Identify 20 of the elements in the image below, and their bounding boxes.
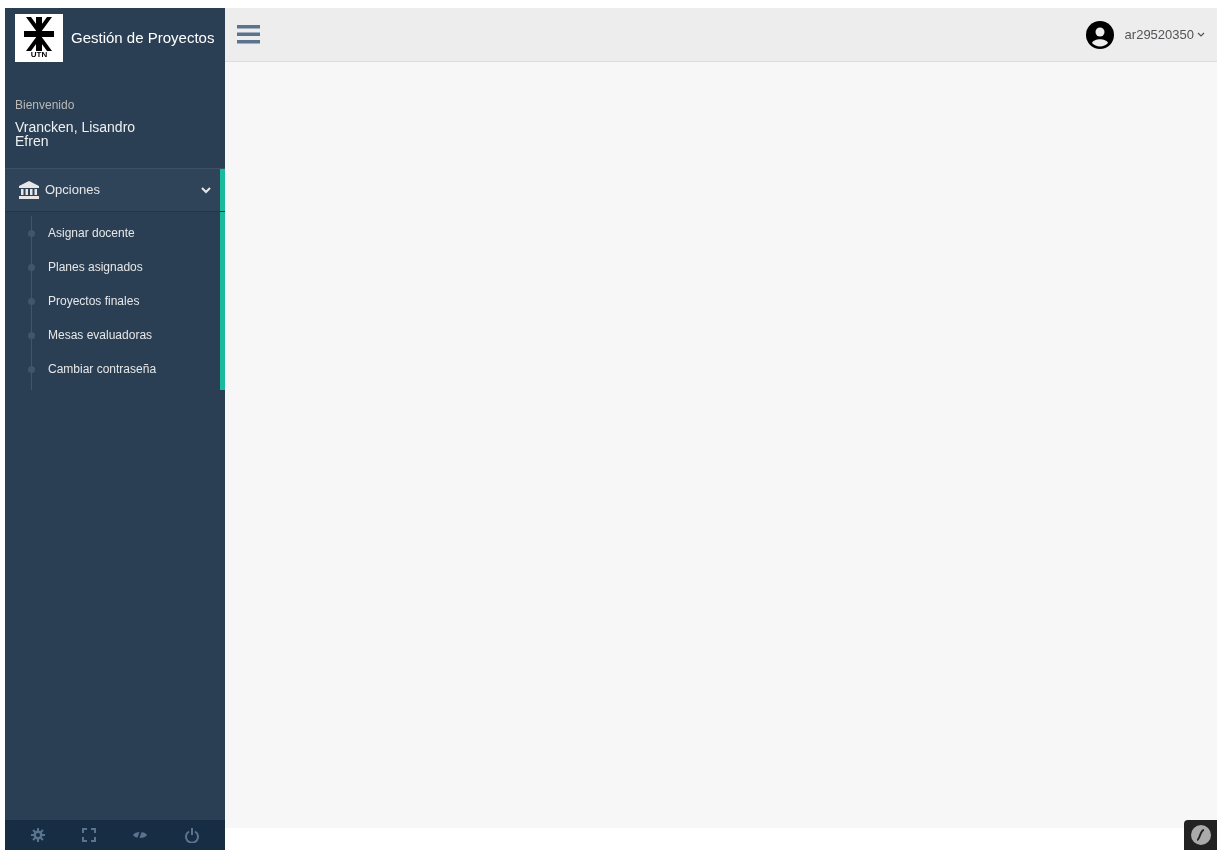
- menu-item[interactable]: Asignar docente: [48, 224, 135, 242]
- settings-icon[interactable]: [31, 828, 46, 842]
- chevron-icon: [201, 186, 211, 194]
- welcome-label: Bienvenido: [15, 97, 76, 114]
- user-avatar-icon[interactable]: [1085, 20, 1114, 49]
- user-name: Vrancken, Lisandro Efren: [15, 120, 137, 148]
- caret-icon: [1197, 31, 1205, 38]
- menu-section-header[interactable]: Opciones: [5, 168, 225, 211]
- menu-item[interactable]: Proyectos finales: [48, 292, 140, 310]
- bank-icon: [19, 181, 39, 199]
- menu-item[interactable]: Planes asignados: [48, 258, 143, 276]
- debug-toolbar-icon[interactable]: [1184, 820, 1217, 850]
- power-icon[interactable]: [184, 827, 199, 843]
- menu-icon[interactable]: [237, 25, 260, 44]
- app-title: Gestión de Proyectos: [71, 27, 215, 48]
- user-menu-button[interactable]: ar29520350: [1124, 24, 1205, 45]
- menu-item[interactable]: Mesas evaluadoras: [48, 326, 153, 344]
- logo: UTN: [15, 14, 63, 62]
- fullscreen-icon[interactable]: [81, 828, 96, 842]
- menu-item[interactable]: Cambiar contraseña: [48, 360, 157, 378]
